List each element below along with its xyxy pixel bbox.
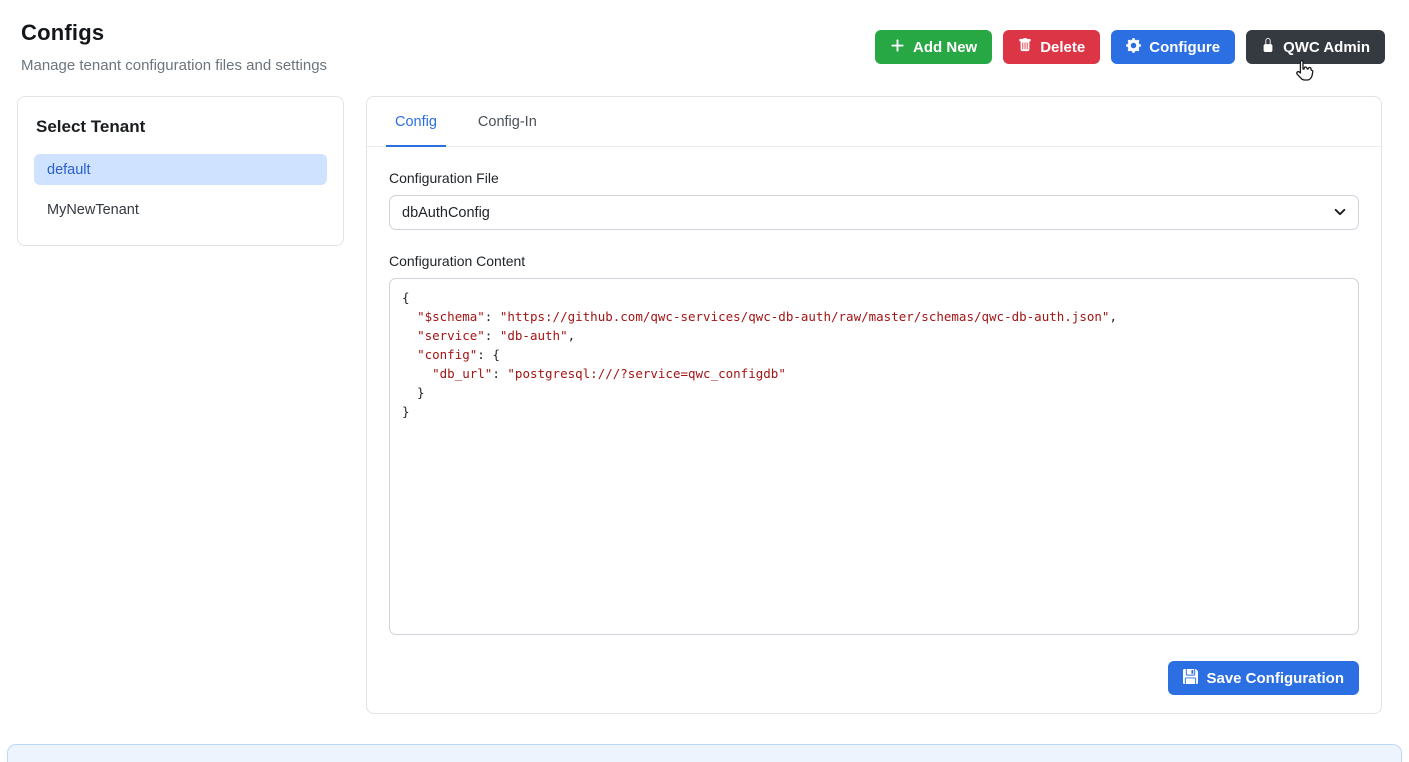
save-row: Save Configuration bbox=[389, 661, 1359, 695]
configure-button[interactable]: Configure bbox=[1111, 30, 1235, 64]
save-icon bbox=[1183, 669, 1198, 688]
delete-label: Delete bbox=[1040, 39, 1085, 56]
add-new-label: Add New bbox=[913, 39, 977, 56]
qwc-admin-button[interactable]: QWC Admin bbox=[1246, 30, 1385, 64]
tenant-item-default[interactable]: default bbox=[34, 154, 327, 185]
configs-page: Configs Manage tenant configuration file… bbox=[0, 0, 1409, 762]
configure-label: Configure bbox=[1149, 39, 1220, 56]
config-file-select-wrap: dbAuthConfig bbox=[389, 195, 1359, 230]
tenant-panel: Select Tenant default MyNewTenant bbox=[17, 96, 344, 246]
add-new-button[interactable]: Add New bbox=[875, 30, 992, 64]
gear-icon bbox=[1126, 38, 1141, 57]
page-header: Configs Manage tenant configuration file… bbox=[21, 20, 327, 74]
bottom-alert bbox=[7, 744, 1402, 762]
tab-config[interactable]: Config bbox=[386, 97, 446, 146]
config-content-editor[interactable]: { "$schema": "https://github.com/qwc-ser… bbox=[389, 278, 1359, 635]
page-title: Configs bbox=[21, 20, 327, 46]
config-panel: Config Config-In Configuration File dbAu… bbox=[366, 96, 1382, 714]
tab-bar: Config Config-In bbox=[367, 97, 1381, 147]
tenant-panel-title: Select Tenant bbox=[36, 117, 327, 137]
config-tab-content: Configuration File dbAuthConfig Configur… bbox=[367, 147, 1381, 695]
save-configuration-label: Save Configuration bbox=[1206, 670, 1344, 687]
config-content-code: { "$schema": "https://github.com/qwc-ser… bbox=[402, 290, 1117, 419]
config-file-label: Configuration File bbox=[389, 170, 1359, 186]
lock-icon bbox=[1261, 38, 1275, 56]
toolbar: Add New Delete Configure QWC Admin bbox=[875, 30, 1385, 64]
page-subtitle: Manage tenant configuration files and se… bbox=[21, 57, 327, 74]
config-content-label: Configuration Content bbox=[389, 253, 1359, 269]
trash-icon bbox=[1018, 38, 1032, 56]
delete-button[interactable]: Delete bbox=[1003, 30, 1100, 64]
config-file-select[interactable]: dbAuthConfig bbox=[389, 195, 1359, 230]
tenant-item-mynewtenant[interactable]: MyNewTenant bbox=[34, 194, 327, 225]
tab-config-in[interactable]: Config-In bbox=[469, 97, 546, 146]
plus-icon bbox=[890, 38, 905, 57]
qwc-admin-label: QWC Admin bbox=[1283, 39, 1370, 56]
save-configuration-button[interactable]: Save Configuration bbox=[1168, 661, 1359, 695]
